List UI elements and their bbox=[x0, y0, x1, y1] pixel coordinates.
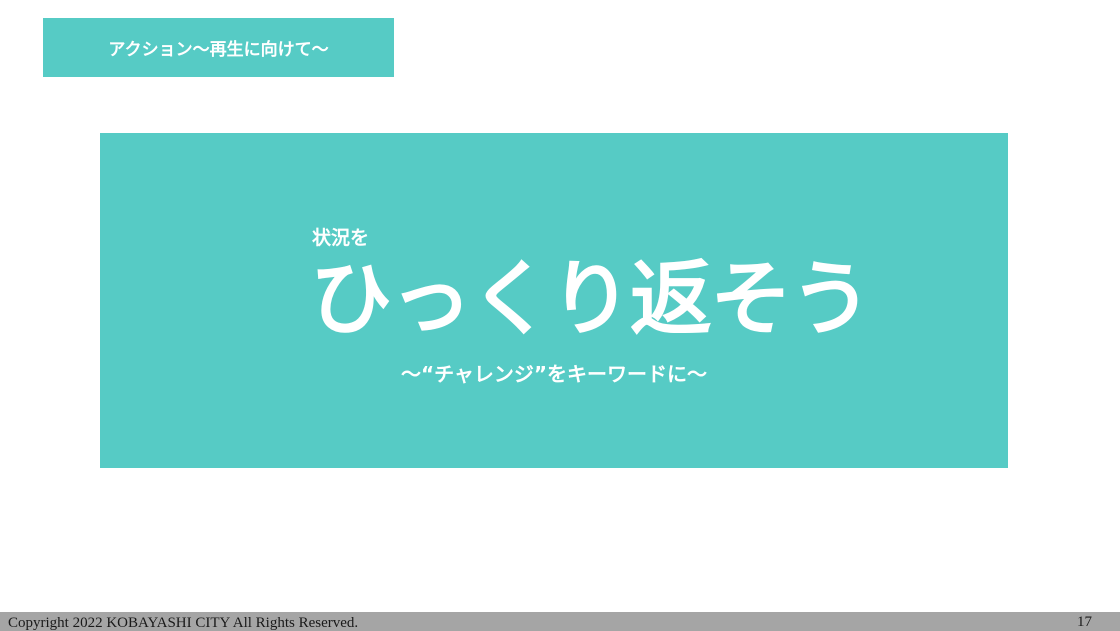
footer-copyright: Copyright 2022 KOBAYASHI CITY All Rights… bbox=[8, 615, 359, 631]
footer-bar: Copyright 2022 KOBAYASHI CITY All Rights… bbox=[0, 612, 1120, 631]
section-tag-label: アクション～再生に向けて～ bbox=[108, 40, 329, 60]
hero-subtitle: ～“チャレンジ”をキーワードに～ bbox=[400, 362, 708, 386]
slide: アクション～再生に向けて～ 状況を ひっくり返そう ～“チャレンジ”をキーワード… bbox=[0, 0, 1120, 631]
hero-box: 状況を ひっくり返そう ～“チャレンジ”をキーワードに～ bbox=[100, 133, 1008, 468]
section-tag: アクション～再生に向けて～ bbox=[43, 18, 394, 77]
hero-kicker: 状況を bbox=[312, 227, 370, 249]
page-number: 17 bbox=[1077, 614, 1092, 630]
hero-title: ひっくり返そう bbox=[310, 252, 872, 347]
